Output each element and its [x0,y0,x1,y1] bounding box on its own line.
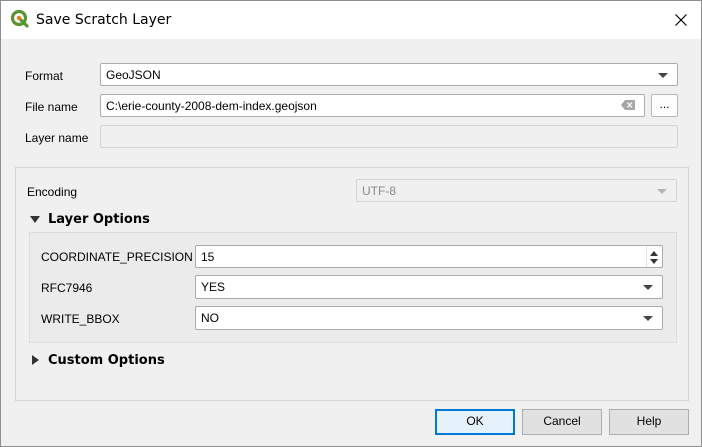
format-select[interactable]: GeoJSON [100,63,678,86]
layername-label: Layer name [25,131,89,145]
filename-input[interactable]: C:\erie-county-2008-dem-index.geojson [100,94,645,117]
close-button[interactable] [661,3,701,37]
chevron-down-icon [658,73,668,78]
coordinate-precision-spinbox[interactable]: 15 [195,245,663,268]
layername-input[interactable] [100,125,678,148]
collapsed-arrow-icon [32,355,39,365]
close-icon [675,14,687,26]
help-button[interactable]: Help [609,409,689,435]
chevron-down-icon [657,189,667,194]
title-bar: Save Scratch Layer [1,1,701,39]
write-bbox-label: WRITE_BBOX [41,312,120,326]
filename-label: File name [25,100,78,114]
spin-up-icon[interactable] [650,251,658,256]
rfc7946-label: RFC7946 [41,281,93,295]
encoding-value: UTF-8 [362,184,396,198]
custom-options-toggle[interactable]: Custom Options [27,352,167,370]
write-bbox-select[interactable]: NO [195,306,663,330]
cancel-button[interactable]: Cancel [522,409,602,435]
encoding-label: Encoding [27,185,78,199]
layer-options-header: Layer Options [48,212,150,227]
layer-options-toggle[interactable]: Layer Options [27,211,157,229]
spin-down-icon[interactable] [650,259,658,264]
format-value: GeoJSON [106,68,161,82]
chevron-down-icon [643,316,653,321]
filename-value: C:\erie-county-2008-dem-index.geojson [106,99,317,113]
coordinate-precision-label: COORDINATE_PRECISION [41,250,193,264]
custom-options-header: Custom Options [48,353,165,368]
window-title: Save Scratch Layer [36,12,172,28]
clear-text-icon[interactable] [621,100,635,110]
save-scratch-layer-dialog: Save Scratch Layer Format GeoJSON File n… [0,0,702,447]
encoding-select[interactable]: UTF-8 [356,179,677,202]
chevron-down-icon [643,285,653,290]
write-bbox-value: NO [201,311,219,325]
browse-button[interactable]: ... [651,94,678,117]
rfc7946-value: YES [201,280,226,294]
format-label: Format [25,69,64,83]
coordinate-precision-value: 15 [201,250,215,264]
rfc7946-select[interactable]: YES [195,275,663,299]
ok-button[interactable]: OK [435,409,515,435]
expanded-arrow-icon [30,216,40,223]
qgis-logo-icon [10,9,29,28]
